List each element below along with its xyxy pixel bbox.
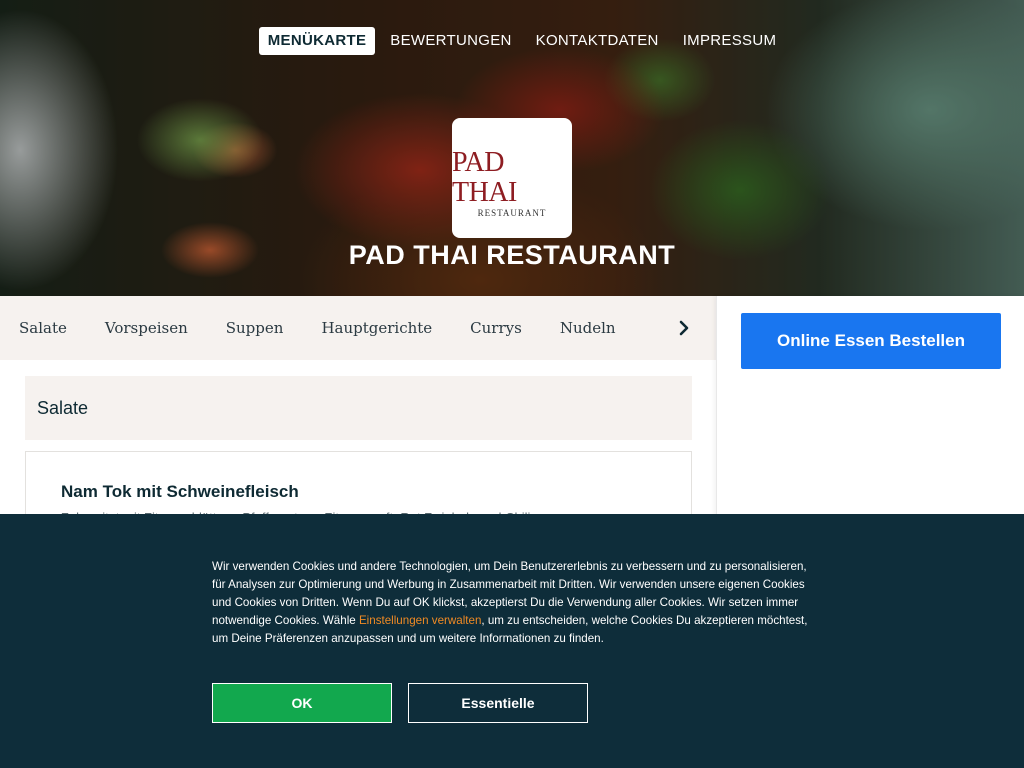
category-nudeln[interactable]: Nudeln: [541, 319, 635, 337]
menu-section-header: Salate: [25, 376, 692, 440]
top-navigation: MENÜKARTE BEWERTUNGEN KONTAKTDATEN IMPRE…: [0, 26, 1024, 56]
cookie-settings-link[interactable]: Einstellungen verwalten: [359, 614, 481, 627]
dish-name: Nam Tok mit Schweinefleisch: [61, 482, 299, 501]
category-salate[interactable]: Salate: [0, 319, 86, 337]
cookie-banner: Wir verwenden Cookies und andere Technol…: [0, 514, 1024, 768]
category-currys[interactable]: Currys: [451, 319, 541, 337]
logo-sub-text: RESTAURANT: [477, 208, 547, 218]
cookie-message: Wir verwenden Cookies und andere Technol…: [212, 558, 822, 648]
category-bar: Salate Vorspeisen Suppen Hauptgerichte C…: [0, 296, 716, 360]
chevron-right-icon: [679, 320, 689, 336]
nav-item-bewertungen[interactable]: BEWERTUNGEN: [381, 27, 520, 55]
category-suppen[interactable]: Suppen: [207, 319, 303, 337]
nav-item-impressum[interactable]: IMPRESSUM: [674, 27, 786, 55]
hero-banner: MENÜKARTE BEWERTUNGEN KONTAKTDATEN IMPRE…: [0, 0, 1024, 296]
menu-section-title: Salate: [37, 397, 89, 418]
category-hauptgerichte[interactable]: Hauptgerichte: [302, 319, 451, 337]
order-online-button[interactable]: Online Essen Bestellen: [741, 313, 1001, 369]
nav-item-kontaktdaten[interactable]: KONTAKTDATEN: [527, 27, 668, 55]
category-scroll-next-button[interactable]: [652, 296, 716, 360]
cookie-ok-button[interactable]: OK: [212, 683, 392, 723]
logo-main-text: PAD THAI: [452, 147, 517, 208]
category-vorspeisen[interactable]: Vorspeisen: [86, 319, 207, 337]
restaurant-logo: PAD THAI RESTAURANT: [452, 118, 572, 238]
cookie-essential-button[interactable]: Essentielle: [408, 683, 588, 723]
nav-item-menuekarte[interactable]: MENÜKARTE: [258, 27, 376, 55]
restaurant-title: PAD THAI RESTAURANT: [348, 240, 676, 270]
